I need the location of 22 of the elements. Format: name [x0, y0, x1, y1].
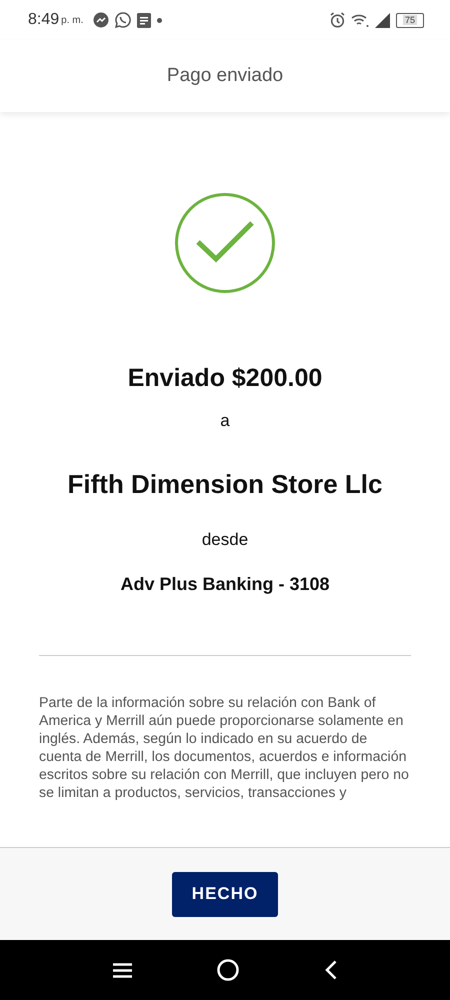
sent-amount: Enviado $200.00: [128, 364, 322, 393]
chat-bubble-icon: [93, 12, 110, 28]
page-title: Pago enviado: [166, 65, 284, 87]
disclaimer-text: Parte de la información sobre su relación con Bank of America y Merrill aún puede proporcionarse solamente en inglés. Además, según lo indicado en su acuerdo de cuenta de Merrill, los documentos, acuerdos e información escritos sobre su relación con Merrill, que incluyen pero no se limitan a productos, servicios, transacciones y: [39, 694, 410, 802]
signal-icon: [375, 12, 390, 28]
account-name: Adv Plus Banking - 3108: [120, 574, 330, 595]
from-label: desde: [202, 530, 248, 550]
check-circle-icon: [174, 192, 276, 294]
phone-bubble-icon: [115, 12, 132, 28]
back-icon[interactable]: [325, 960, 338, 980]
recipient-name: Fifth Dimension Store Llc: [68, 469, 382, 500]
menu-icon[interactable]: [112, 962, 132, 978]
wifi-icon: [351, 13, 369, 27]
battery-percent: 75: [402, 15, 417, 25]
to-label: a: [220, 411, 230, 431]
note-icon: [137, 12, 152, 28]
dot-icon: [157, 18, 162, 22]
home-icon[interactable]: [217, 959, 240, 981]
done-button[interactable]: HECHO: [172, 872, 278, 916]
alarm-clock-icon: [330, 12, 345, 28]
status-time: 8:49: [28, 11, 60, 29]
status-time-period: p. m.: [61, 14, 84, 26]
